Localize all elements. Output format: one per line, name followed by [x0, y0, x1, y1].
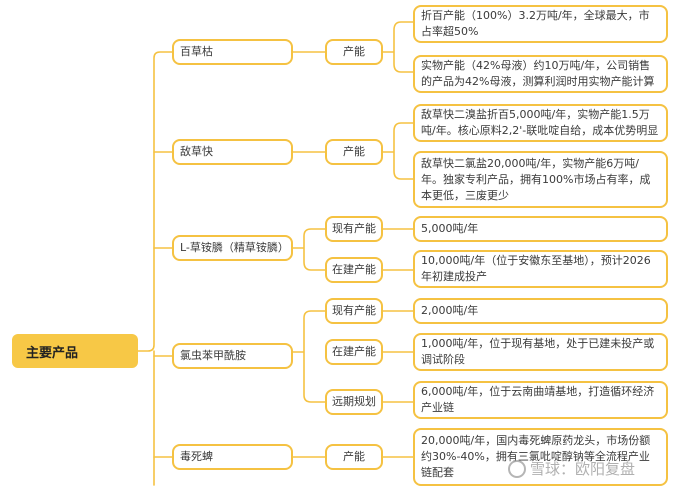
product-node-paraquat: 百草枯: [172, 39, 293, 65]
product-node-chlorpyrifos: 毒死蜱: [172, 444, 293, 470]
detail-node: 折百产能（100%）3.2万吨/年，全球最大，市占率超50%: [413, 5, 668, 43]
detail-node: 1,000吨/年，位于现有基地，处于已建未投产或调试阶段: [413, 333, 668, 371]
product-node-chlorantraniliprole: 氯虫苯甲酰胺: [172, 343, 293, 369]
category-node: 现有产能: [325, 216, 383, 242]
product-node-l-glufosinate: L-草铵膦（精草铵膦）: [172, 235, 293, 261]
category-node: 远期规划: [325, 389, 383, 415]
category-node: 产能: [325, 39, 383, 65]
detail-node: 敌草快二氯盐20,000吨/年，实物产能6万吨/年。独家专利产品，拥有100%市…: [413, 151, 668, 208]
detail-node: 敌草快二溴盐折百5,000吨/年，实物产能1.5万吨/年。核心原料2,2'-联吡…: [413, 104, 668, 142]
root-node: 主要产品: [12, 334, 138, 368]
watermark: 雪球：欧阳复盘: [508, 458, 635, 479]
detail-node: 10,000吨/年（位于安徽东至基地），预计2026年初建成投产: [413, 250, 668, 288]
category-node: 产能: [325, 139, 383, 165]
detail-node: 实物产能（42%母液）约10万吨/年，公司销售的产品为42%母液，测算利润时用实…: [413, 55, 668, 93]
category-node: 在建产能: [325, 339, 383, 365]
category-node: 在建产能: [325, 257, 383, 283]
snowball-logo-icon: [508, 459, 526, 478]
category-node: 产能: [325, 444, 383, 470]
detail-node: 2,000吨/年: [413, 298, 668, 324]
detail-node: 5,000吨/年: [413, 216, 668, 242]
detail-node: 6,000吨/年，位于云南曲靖基地，打造循环经济产业链: [413, 381, 668, 419]
watermark-text: 雪球：欧阳复盘: [530, 460, 636, 478]
product-node-diquat: 敌草快: [172, 139, 293, 165]
category-node: 现有产能: [325, 298, 383, 324]
